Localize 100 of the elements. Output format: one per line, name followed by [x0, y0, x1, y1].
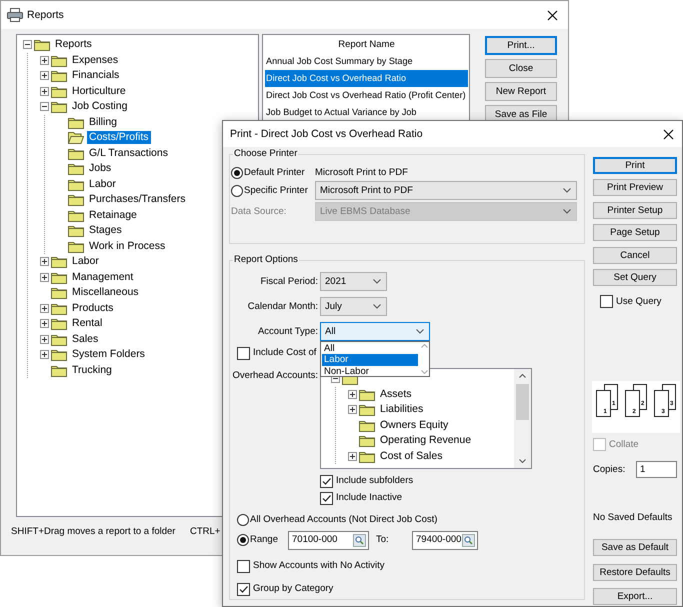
expand-icon[interactable]	[40, 319, 49, 328]
expand-icon[interactable]	[40, 304, 49, 313]
radio-button[interactable]	[231, 166, 243, 178]
scroll-down-icon[interactable]	[519, 459, 526, 463]
tree-item[interactable]: Horticulture	[70, 84, 128, 98]
tree-item[interactable]: Operating Revenue	[378, 434, 474, 448]
field-label: Account Type:	[256, 326, 318, 338]
checkbox[interactable]	[237, 560, 250, 572]
dropdown-option[interactable]: All	[322, 343, 418, 354]
folder-icon	[51, 270, 67, 284]
button[interactable]: Page Setup	[593, 224, 677, 242]
collapse-icon[interactable]	[23, 40, 32, 50]
tree-item[interactable]: Management	[70, 270, 136, 284]
tree-item[interactable]: Job Costing	[70, 100, 130, 114]
tree-item[interactable]: Labor	[70, 255, 101, 268]
radio-label[interactable]: Default Printer	[244, 166, 305, 178]
checkbox-label[interactable]: Include Inactive	[336, 492, 402, 504]
expand-icon[interactable]	[40, 334, 49, 344]
radio-label[interactable]: All Overhead Accounts (Not Direct Job Cost)	[250, 514, 438, 526]
tree-item[interactable]: Stages	[87, 224, 124, 238]
scroll-up-icon[interactable]	[519, 374, 526, 378]
input-field[interactable]: 1	[636, 461, 677, 478]
list-item[interactable]: Annual Job Cost Summary by Stage	[265, 53, 468, 70]
tree-item[interactable]: Cost of Sales	[378, 450, 444, 463]
tree-item[interactable]: Billing	[87, 116, 120, 129]
close-icon[interactable]	[547, 10, 558, 20]
checkbox-label[interactable]: Show Accounts with No Activity	[253, 560, 384, 572]
column-header[interactable]: Report Name	[265, 36, 468, 53]
calendar-month-dropdown[interactable]: July	[320, 297, 387, 316]
tree-item[interactable]: Financials	[70, 69, 122, 82]
checkbox-label[interactable]: Group by Category	[253, 583, 334, 595]
expand-icon[interactable]	[348, 405, 357, 414]
button[interactable]: Print Preview	[593, 179, 677, 196]
checkbox[interactable]	[237, 582, 250, 596]
tree-item[interactable]: Work in Process	[87, 240, 168, 253]
folder-icon	[51, 317, 67, 330]
expand-icon[interactable]	[40, 272, 49, 282]
checkbox[interactable]	[320, 474, 333, 488]
tree-item[interactable]: Labor	[87, 178, 118, 191]
search-icon[interactable]	[353, 534, 366, 546]
tree-item[interactable]: Purchases/Transfers	[87, 193, 188, 206]
dropdown-option[interactable]: Non-Labor	[322, 366, 418, 377]
close-icon[interactable]	[663, 128, 674, 140]
expand-icon[interactable]	[348, 452, 357, 461]
search-icon[interactable]	[462, 534, 475, 546]
tree-item[interactable]: Jobs	[87, 162, 114, 176]
input-field[interactable]: 70100-000	[288, 530, 369, 550]
collapse-icon[interactable]	[40, 102, 49, 112]
tree-item[interactable]: Sales	[70, 332, 100, 346]
expand-icon[interactable]	[40, 56, 49, 65]
dropdown-option[interactable]: Labor	[322, 354, 418, 366]
button[interactable]: Restore Defaults	[593, 564, 677, 581]
radio-label[interactable]: Specific Printer	[244, 184, 308, 196]
tree-item[interactable]: Owners Equity	[378, 418, 450, 432]
list-item[interactable]: Direct Job Cost vs Overhead Ratio	[265, 70, 468, 87]
button[interactable]: Print	[593, 157, 677, 174]
button[interactable]: Export...	[593, 588, 677, 606]
tree-item[interactable]: Products	[70, 302, 116, 315]
checkbox-label[interactable]: Include Cost of	[253, 347, 316, 359]
expand-icon[interactable]	[40, 257, 49, 266]
tree-item[interactable]: Trucking	[70, 364, 114, 377]
tree-item[interactable]: G/L Transactions	[87, 146, 170, 160]
expand-icon[interactable]	[40, 350, 49, 360]
tree-item[interactable]: Liabilities	[378, 403, 426, 416]
button[interactable]: Save as Default	[593, 539, 677, 556]
button[interactable]: Print...	[485, 36, 557, 55]
scrollbar-thumb[interactable]	[516, 384, 529, 420]
radio-button[interactable]	[231, 184, 243, 196]
button[interactable]: New Report	[485, 82, 557, 101]
radio-label[interactable]: Range	[250, 534, 288, 546]
expand-icon[interactable]	[40, 71, 49, 80]
checkbox[interactable]	[320, 492, 333, 504]
expand-icon[interactable]	[40, 86, 49, 96]
checkbox-label[interactable]: Include subfolders	[336, 475, 414, 487]
tree-item[interactable]: Retainage	[87, 208, 139, 222]
tree-item[interactable]: Reports	[53, 38, 94, 52]
expand-icon[interactable]	[348, 390, 357, 399]
list-item[interactable]: Job Budget to Actual Variance by Job	[265, 104, 468, 121]
radio-button[interactable]	[237, 514, 249, 526]
button[interactable]: Cancel	[593, 246, 677, 264]
fiscal-period-dropdown[interactable]: 2021	[320, 272, 387, 291]
tree-item[interactable]: Costs/Profits	[87, 131, 151, 144]
tree-item[interactable]: Assets	[378, 388, 414, 401]
scrollbar[interactable]	[514, 369, 531, 468]
radio-button[interactable]	[237, 534, 249, 546]
input-field[interactable]: 79400-000	[412, 530, 478, 550]
checkbox[interactable]	[600, 294, 613, 308]
tree-item[interactable]: Rental	[70, 317, 104, 330]
button[interactable]: Set Query	[593, 268, 677, 286]
tree-item[interactable]: Miscellaneous	[70, 286, 141, 300]
tree-item[interactable]: System Folders	[70, 348, 147, 362]
checkbox-label[interactable]: Use Query	[616, 296, 662, 308]
printer-dropdown[interactable]: Microsoft Print to PDF	[315, 181, 577, 200]
button[interactable]: Close	[485, 59, 557, 78]
button[interactable]: Printer Setup	[593, 202, 677, 219]
folder-icon	[51, 84, 67, 98]
checkbox[interactable]	[237, 346, 250, 360]
status-text: No Saved Defaults	[593, 512, 674, 526]
list-item[interactable]: Direct Job Cost vs Overhead Ratio (Profit Center)	[265, 87, 468, 104]
tree-item[interactable]: Expenses	[70, 54, 120, 67]
